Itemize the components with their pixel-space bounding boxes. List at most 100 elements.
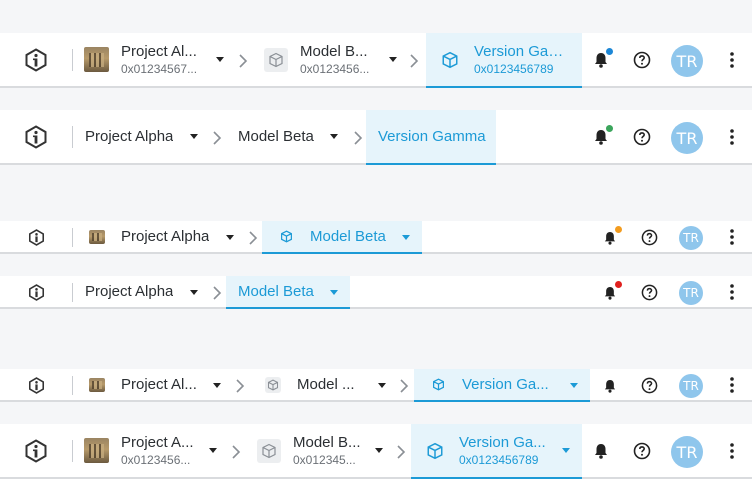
header-bar-5: Project Al... Model ... Version Ga... TR	[0, 369, 752, 402]
project-name: Project Al...	[121, 376, 197, 393]
caret-down-icon[interactable]	[378, 383, 386, 388]
avatar[interactable]: TR	[679, 374, 703, 398]
breadcrumb-model[interactable]: Model Beta	[226, 276, 350, 309]
caret-down-icon[interactable]	[190, 290, 198, 295]
project-thumbnail	[89, 377, 105, 392]
model-name: Model ...	[297, 376, 355, 393]
bell-icon[interactable]	[603, 285, 617, 300]
info-logo-icon[interactable]	[27, 228, 45, 246]
chevron-right-icon	[400, 379, 409, 393]
info-logo-icon[interactable]	[27, 283, 45, 301]
breadcrumb-version[interactable]: Version Gamma	[366, 110, 496, 165]
avatar[interactable]: TR	[679, 281, 703, 305]
breadcrumb-project[interactable]: Project Alpha	[85, 276, 205, 307]
version-name: Version Ga...	[459, 434, 546, 451]
question-circle-icon[interactable]	[640, 228, 659, 247]
project-name: Project Alpha	[85, 128, 174, 145]
breadcrumb-version[interactable]: Version Ga... 0x0123456789	[411, 424, 582, 479]
bell-icon[interactable]	[592, 442, 610, 460]
project-name: Project Al...	[121, 43, 197, 60]
version-id: 0x0123456789	[474, 62, 554, 76]
breadcrumb-model[interactable]: Model ...	[265, 369, 389, 400]
chevron-right-icon	[213, 131, 222, 145]
breadcrumb-version[interactable]: Version Ga...	[414, 369, 590, 402]
version-name: Version Gamma	[378, 128, 486, 145]
more-vertical-icon[interactable]	[726, 127, 738, 147]
avatar[interactable]: TR	[671, 436, 703, 468]
bell-icon[interactable]	[603, 378, 617, 393]
notification-dot	[615, 281, 622, 288]
cube-icon	[265, 376, 281, 393]
model-name: Model B...	[293, 434, 361, 451]
caret-down-icon[interactable]	[570, 383, 578, 388]
version-name: Version Gam...	[474, 43, 572, 60]
caret-down-icon[interactable]	[216, 57, 224, 62]
more-vertical-icon[interactable]	[726, 441, 738, 461]
more-vertical-icon[interactable]	[726, 50, 738, 70]
project-name: Project Alpha	[121, 228, 210, 245]
project-thumbnail	[89, 229, 105, 244]
breadcrumb-model[interactable]: Model Beta	[262, 221, 422, 254]
breadcrumb-project[interactable]: Project Alpha	[85, 110, 205, 163]
cube-icon	[431, 378, 445, 392]
caret-down-icon[interactable]	[330, 134, 338, 139]
breadcrumb-version[interactable]: Version Gam... 0x0123456789	[426, 33, 582, 88]
breadcrumb-project[interactable]: Project Al...	[89, 369, 225, 400]
caret-down-icon[interactable]	[330, 290, 338, 295]
bell-icon[interactable]	[603, 230, 617, 245]
chevron-right-icon	[249, 231, 258, 245]
avatar[interactable]: TR	[671, 45, 703, 77]
chevron-right-icon	[232, 445, 241, 459]
model-id: 0x0123456...	[300, 62, 370, 76]
avatar[interactable]: TR	[671, 122, 703, 154]
question-circle-icon[interactable]	[632, 127, 652, 147]
chevron-right-icon	[239, 54, 248, 68]
question-circle-icon[interactable]	[640, 283, 659, 302]
info-logo-icon[interactable]	[24, 125, 48, 149]
logo-divider	[72, 228, 73, 247]
logo-divider	[72, 49, 73, 71]
caret-down-icon[interactable]	[226, 235, 234, 240]
caret-down-icon[interactable]	[402, 235, 410, 240]
more-vertical-icon[interactable]	[726, 375, 738, 395]
breadcrumb-project[interactable]: Project Al... 0x01234567...	[84, 33, 230, 86]
avatar[interactable]: TR	[679, 226, 703, 250]
info-logo-icon[interactable]	[24, 439, 48, 463]
more-vertical-icon[interactable]	[726, 227, 738, 247]
logo-divider	[72, 283, 73, 302]
project-name: Project A...	[121, 434, 194, 451]
caret-down-icon[interactable]	[209, 448, 217, 453]
question-circle-icon[interactable]	[632, 441, 652, 461]
breadcrumb-model[interactable]: Model B... 0x012345...	[257, 424, 391, 477]
breadcrumb-project[interactable]: Project A... 0x0123456...	[84, 424, 222, 477]
info-logo-icon[interactable]	[24, 48, 48, 72]
chevron-right-icon	[354, 131, 363, 145]
more-vertical-icon[interactable]	[726, 282, 738, 302]
logo-divider	[72, 376, 73, 395]
question-circle-icon[interactable]	[640, 376, 659, 395]
caret-down-icon[interactable]	[389, 57, 397, 62]
question-circle-icon[interactable]	[632, 50, 652, 70]
model-name: Model Beta	[310, 228, 386, 245]
project-name: Project Alpha	[85, 283, 174, 300]
breadcrumb-model[interactable]: Model B... 0x0123456...	[264, 33, 404, 86]
logo-divider	[72, 126, 73, 148]
breadcrumb-model[interactable]: Model Beta	[238, 110, 350, 163]
cube-icon	[440, 50, 460, 70]
header-bar-3: Project Alpha Model Beta TR	[0, 221, 752, 254]
info-logo-icon[interactable]	[27, 376, 45, 394]
caret-down-icon[interactable]	[562, 448, 570, 453]
breadcrumb-project[interactable]: Project Alpha	[89, 221, 239, 252]
cube-icon	[264, 47, 288, 72]
notification-dot	[606, 48, 613, 55]
header-bar-6: Project A... 0x0123456... Model B... 0x0…	[0, 424, 752, 479]
header-bar-1: Project Al... 0x01234567... Model B... 0…	[0, 33, 752, 88]
notification-dot	[606, 125, 613, 132]
model-id: 0x012345...	[293, 453, 356, 467]
notification-dot	[615, 226, 622, 233]
caret-down-icon[interactable]	[375, 448, 383, 453]
caret-down-icon[interactable]	[190, 134, 198, 139]
header-bar-2: Project Alpha Model Beta Version Gamma T…	[0, 110, 752, 165]
model-name: Model B...	[300, 43, 368, 60]
caret-down-icon[interactable]	[213, 383, 221, 388]
